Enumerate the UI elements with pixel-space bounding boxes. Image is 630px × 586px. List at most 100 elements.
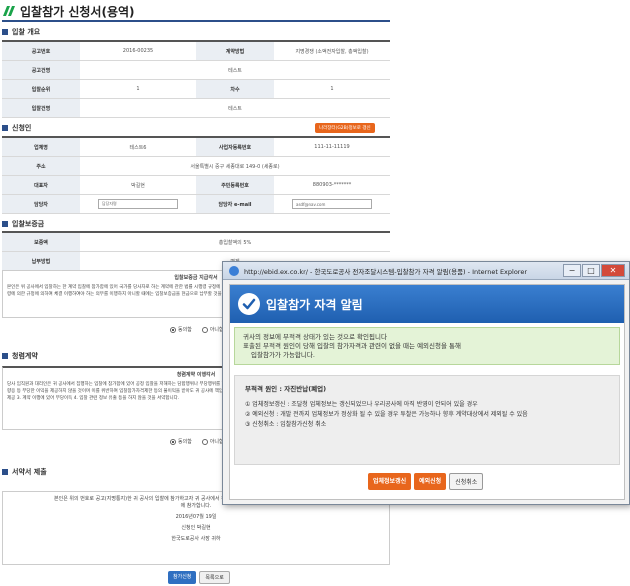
table-row: 공고건명 테스트	[2, 61, 390, 80]
table-row: 입찰순위 1 차수 1	[2, 80, 390, 99]
table-row: 업체명 테스트6 사업자등록번호 111-11-11119	[2, 138, 390, 157]
ie-browser-icon	[229, 265, 239, 276]
label-ceo: 대표자	[2, 176, 80, 194]
manager-email-input[interactable]: asdf@nav.com	[292, 199, 372, 209]
value-round: 1	[330, 86, 334, 92]
value-contract-method: 지명경쟁 (소액전자입찰, 총액입찰)	[295, 48, 369, 55]
close-button[interactable]: ✕	[601, 263, 625, 277]
value-notice-no: 2016-00235	[122, 48, 154, 54]
email-cell: asdf@nav.com	[274, 195, 390, 213]
reason-title: 부적격 원인 : 자진반납(폐업)	[245, 385, 327, 393]
deposit-agree-radio[interactable]: 동의함	[170, 326, 192, 333]
page-title-text: 입찰참가 신청서(용역)	[20, 4, 135, 19]
value-business-no: 111-11-11119	[314, 144, 350, 150]
pledge-heading: 서약서 제출	[2, 466, 47, 478]
section-square-icon	[2, 125, 8, 131]
applicant-table: 업체명 테스트6 사업자등록번호 111-11-11119 주소 서울특별시 중…	[2, 136, 390, 214]
exception-request-button[interactable]: 예외신청	[414, 473, 447, 490]
reason-box: 부적격 원인 : 자진반납(폐업) ① 업체정보갱신 : 조달청 업체정보는 갱…	[234, 375, 620, 465]
value-address: 서울특별시 중구 세종대로 149-0 (세종로)	[190, 163, 280, 170]
clean-contract-heading: 청렴계약	[2, 350, 38, 362]
section-square-icon	[2, 469, 8, 475]
radio-checked-icon	[170, 326, 176, 333]
label-round: 차수	[196, 80, 274, 98]
table-row: 공고번호 2016-00235 계약방법 지명경쟁 (소액전자입찰, 총액입찰)	[2, 42, 390, 61]
overview-heading: 입찰 개요	[2, 26, 40, 38]
value-resident-no: 880903-*******	[312, 182, 352, 188]
value-bid-title: 테스트	[228, 105, 242, 112]
overview-table: 공고번호 2016-00235 계약방법 지명경쟁 (소액전자입찰, 총액입찰)…	[2, 40, 390, 118]
agree-label: 동의함	[178, 327, 192, 333]
eligibility-popup-window: http://ebid.ex.co.kr/ - 한국도로공사 전자조달시스템-입…	[222, 261, 630, 505]
table-row: 주소 서울특별시 중구 세종대로 149-0 (세종로)	[2, 157, 390, 176]
popup-buttons: 업체정보갱신 예외신청 신청취소	[368, 473, 484, 490]
clean-contract-heading-text: 청렴계약	[12, 352, 38, 360]
submit-application-button[interactable]: 참가신청	[168, 571, 197, 584]
value-deposit-amount: 총입찰액의 5%	[218, 239, 252, 246]
popup-titlebar[interactable]: http://ebid.ex.co.kr/ - 한국도로공사 전자조달시스템-입…	[223, 262, 629, 280]
label-resident-no: 주민등록번호	[196, 176, 274, 194]
value-notice-title: 테스트	[228, 67, 242, 74]
clean-disagree-radio[interactable]: 아니함	[201, 438, 224, 445]
popup-header: 입찰참가 자격 알림	[230, 285, 624, 323]
label-payment-method: 납부방법	[2, 252, 80, 270]
minimize-button[interactable]: −	[563, 263, 581, 277]
notice-box: 귀사의 정보에 부적격 상태가 있는 것으로 확인됩니다 표출된 부적격 원인이…	[234, 327, 620, 365]
overview-heading-text: 입찰 개요	[12, 28, 41, 36]
back-to-list-button[interactable]: 목록으로	[199, 571, 230, 584]
update-company-info-button[interactable]: 업체정보갱신	[368, 473, 412, 490]
maximize-button[interactable]: □	[582, 263, 600, 277]
label-notice-no: 공고번호	[2, 42, 80, 60]
label-notice-title: 공고건명	[2, 61, 80, 79]
cancel-application-button[interactable]: 신청취소	[449, 473, 484, 490]
reason-line: ② 예외신청 : 개발 전까지 업체정보가 정상화 될 수 있을 경우 투찰은 …	[245, 411, 528, 418]
label-manager-email: 담당자 e-mail	[196, 195, 274, 213]
deposit-agree-group: 동의함 아니함	[170, 326, 224, 333]
notice-line: 귀사의 정보에 부적격 상태가 있는 것으로 확인됩니다	[243, 333, 387, 341]
label-contract-method: 계약방법	[196, 42, 274, 60]
manager-name-input[interactable]: 담당자명	[98, 199, 178, 209]
table-row: 입찰건명 테스트	[2, 99, 390, 118]
deposit-disagree-radio[interactable]: 아니함	[201, 326, 224, 333]
ex-logo-icon	[3, 6, 15, 16]
pledge-heading-text: 서약서 제출	[12, 468, 47, 476]
popup-body: 입찰참가 자격 알림 귀사의 정보에 부적격 상태가 있는 것으로 확인됩니다 …	[229, 284, 625, 500]
label-address: 주소	[2, 157, 80, 175]
radio-checked-icon	[170, 438, 176, 445]
bottom-buttons: 참가신청 목록으로	[168, 571, 230, 584]
radio-unchecked-icon	[201, 438, 208, 445]
g2b-refresh-button[interactable]: 나라장터(G2B)정보로 갱신	[315, 123, 375, 133]
pledge-applicant: 신청인 박길현	[181, 525, 211, 531]
label-bid-title: 입찰건명	[2, 99, 80, 117]
applicant-heading: 신청인	[2, 122, 31, 134]
reason-line: ③ 신청취소 : 입찰참가신청 취소	[245, 421, 327, 428]
applicant-heading-text: 신청인	[12, 124, 32, 132]
table-row: 보증액 총입찰액의 5%	[2, 233, 390, 252]
window-controls: − □ ✕	[562, 263, 625, 278]
section-square-icon	[2, 29, 8, 35]
value-bid-order: 1	[136, 86, 140, 92]
table-row: 담당자 담당자명 담당자 e-mail asdf@nav.com	[2, 195, 390, 214]
label-bid-order: 입찰순위	[2, 80, 80, 98]
pledge-recipient: 한국도로공사 사장 귀하	[171, 536, 221, 542]
radio-unchecked-icon	[201, 326, 208, 333]
table-row: 대표자 박길현 주민등록번호 880903-*******	[2, 176, 390, 195]
pledge-date: 2016년07월 19일	[175, 514, 217, 520]
deposit-heading-text: 입찰보증금	[12, 220, 45, 228]
deposit-heading: 입찰보증금	[2, 218, 44, 230]
popup-title: 입찰참가 자격 알림	[266, 297, 363, 312]
check-circle-icon	[238, 293, 260, 315]
label-manager: 담당자	[2, 195, 80, 213]
label-business-no: 사업자등록번호	[196, 138, 274, 156]
clean-agree-radio[interactable]: 동의함	[170, 438, 192, 445]
page-title: 입찰참가 신청서(용역)	[2, 2, 390, 22]
clean-agree-group: 동의함 아니함	[170, 438, 224, 445]
label-company: 업체명	[2, 138, 80, 156]
notice-line: 입찰참가가 가능합니다.	[251, 351, 315, 359]
manager-cell: 담당자명	[80, 195, 196, 213]
section-square-icon	[2, 221, 8, 227]
value-ceo: 박길현	[131, 182, 145, 189]
label-deposit-amount: 보증액	[2, 233, 80, 251]
agree-label: 동의함	[178, 439, 192, 445]
section-square-icon	[2, 353, 8, 359]
